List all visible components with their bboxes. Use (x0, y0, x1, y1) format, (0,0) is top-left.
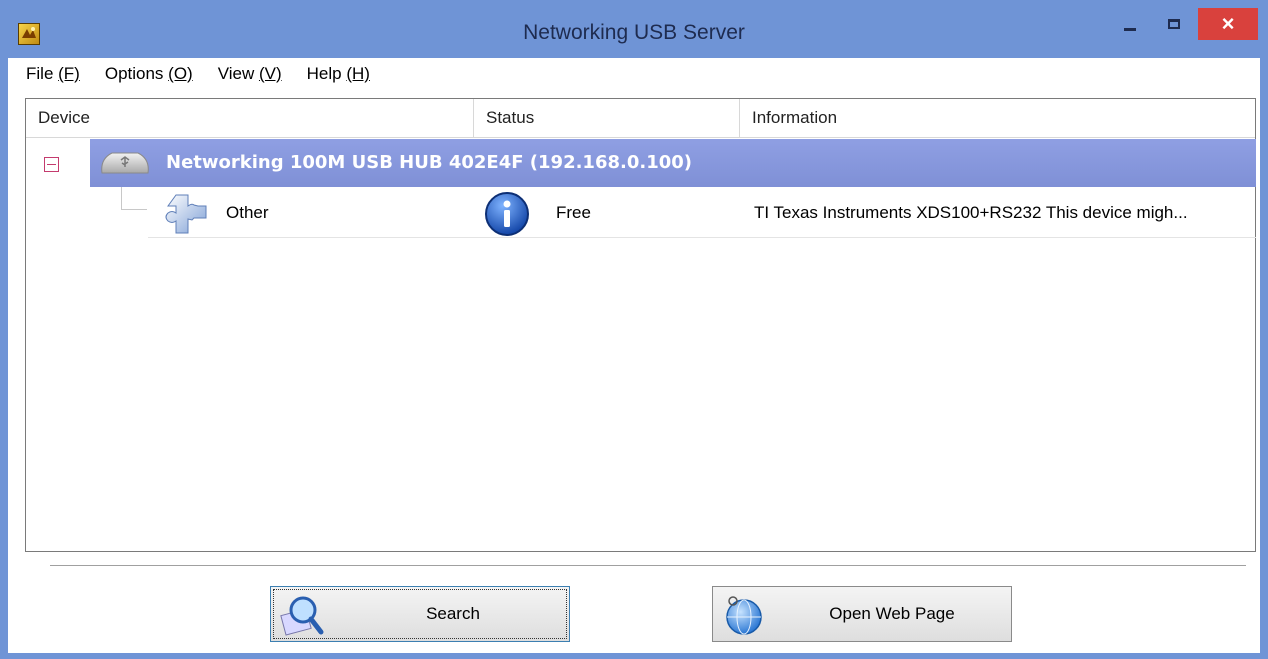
minimize-icon (1124, 27, 1136, 31)
column-header-device[interactable]: Device (26, 99, 474, 137)
column-header-status[interactable]: Status (474, 99, 740, 137)
device-row[interactable]: Other Free TI Texas Instruments XDS100+R… (148, 189, 1256, 238)
menu-view[interactable]: View (V) (218, 64, 282, 84)
menu-bar: File (F) Options (O) View (V) Help (H) (8, 58, 1260, 90)
tree-connector (121, 187, 122, 209)
close-button[interactable]: × (1198, 8, 1258, 40)
menu-help-accel: (H) (346, 64, 370, 83)
menu-file[interactable]: File (F) (26, 64, 80, 84)
close-icon: × (1221, 11, 1235, 36)
window-title: Networking USB Server (523, 21, 745, 44)
menu-options-label: Options (104, 64, 169, 83)
device-list[interactable]: Device Status Information Networking 100… (25, 98, 1256, 552)
device-status: Free (556, 203, 591, 222)
menu-help-label: Help (306, 64, 347, 83)
hub-row[interactable]: Networking 100M USB HUB 402E4F (192.168.… (90, 139, 1256, 187)
column-header-information[interactable]: Information (740, 99, 1255, 137)
menu-view-accel: (V) (258, 64, 282, 83)
app-window: Networking USB Server × File (F) Options… (0, 0, 1268, 659)
client-area: File (F) Options (O) View (V) Help (H) D… (8, 58, 1260, 653)
menu-file-accel: (F) (58, 64, 80, 83)
maximize-icon (1168, 19, 1180, 29)
separator (50, 565, 1246, 569)
menu-options-accel: (O) (168, 64, 193, 83)
usb-hub-icon (101, 152, 149, 174)
device-information: TI Texas Instruments XDS100+RS232 This d… (754, 203, 1188, 222)
title-bar[interactable]: Networking USB Server × (8, 8, 1260, 58)
hub-label: Networking 100M USB HUB 402E4F (192.168.… (166, 152, 693, 173)
open-web-page-button[interactable]: Open Web Page (712, 586, 1012, 642)
menu-view-label: View (217, 64, 259, 83)
minimize-button[interactable] (1110, 8, 1150, 40)
maximize-button[interactable] (1154, 8, 1194, 40)
menu-help[interactable]: Help (H) (307, 64, 370, 84)
search-button[interactable]: Search (270, 586, 570, 642)
tree-connector-horizontal (121, 209, 147, 210)
puzzle-piece-icon (165, 194, 207, 234)
device-name: Other (226, 203, 269, 222)
open-web-page-label: Open Web Page (829, 604, 955, 623)
info-icon (485, 192, 529, 236)
menu-options[interactable]: Options (O) (105, 64, 193, 84)
search-button-label: Search (426, 604, 480, 623)
collapse-toggle[interactable] (44, 157, 59, 172)
list-header: Device Status Information (26, 99, 1255, 138)
menu-file-label: File (26, 64, 59, 83)
